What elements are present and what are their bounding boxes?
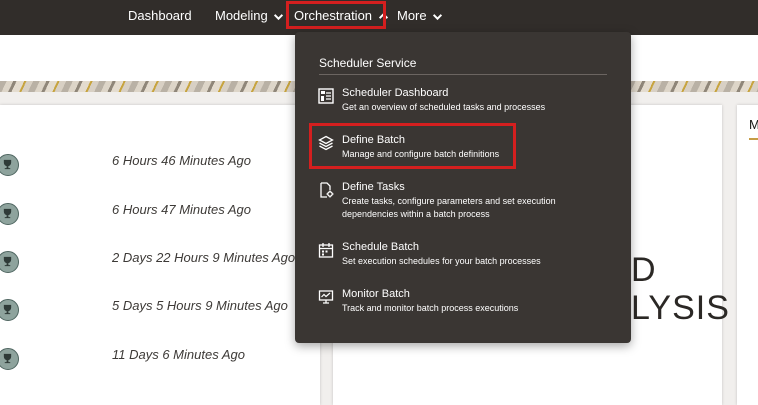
orchestration-dropdown-menu: Scheduler Service Scheduler Dashboard Ge…	[295, 32, 631, 343]
tab-underline	[749, 138, 758, 140]
card-title-line2: LYSIS	[631, 289, 730, 327]
menu-item-description: Track and monitor batch process executio…	[342, 303, 519, 313]
chevron-down-icon	[274, 14, 284, 21]
dashboard-icon	[318, 88, 334, 104]
menu-item-description: Get an overview of scheduled tasks and p…	[342, 102, 546, 112]
trophy-icon	[0, 203, 19, 225]
define-batch-highlight-box	[309, 123, 516, 169]
right-card: M	[737, 105, 758, 405]
orchestration-highlight-box	[286, 1, 386, 29]
activity-time: 11 Days 6 Minutes Ago	[112, 347, 245, 362]
menu-item-monitor-batch[interactable]: Monitor Batch Track and monitor batch pr…	[295, 288, 631, 318]
menu-item-title: Schedule Batch	[342, 241, 420, 253]
nav-more-label: More	[397, 8, 427, 23]
menu-item-title: Monitor Batch	[342, 288, 410, 300]
nav-modeling[interactable]: Modeling	[215, 0, 284, 31]
nav-more[interactable]: More	[397, 0, 443, 31]
nav-dashboard-label: Dashboard	[128, 8, 192, 23]
trophy-icon	[0, 299, 19, 321]
right-card-tab[interactable]: M	[749, 117, 758, 132]
activity-time: 5 Days 5 Hours 9 Minutes Ago	[112, 298, 288, 313]
menu-item-description: Set execution schedules for your batch p…	[342, 256, 541, 266]
menu-item-title: Scheduler Dashboard	[342, 87, 449, 99]
dropdown-heading: Scheduler Service	[319, 56, 417, 70]
nav-dashboard[interactable]: Dashboard	[128, 0, 192, 31]
menu-item-description: Create tasks, configure parameters and s…	[342, 196, 556, 219]
nav-modeling-label: Modeling	[215, 8, 268, 23]
trophy-icon	[0, 154, 19, 176]
activity-time: 6 Hours 47 Minutes Ago	[112, 202, 251, 217]
menu-item-schedule-batch[interactable]: Schedule Batch Set execution schedules f…	[295, 241, 631, 271]
card-title-line1: D	[631, 251, 657, 289]
dropdown-divider	[319, 74, 607, 75]
trophy-icon	[0, 348, 19, 370]
menu-item-define-tasks[interactable]: Define Tasks Create tasks, configure par…	[295, 181, 631, 225]
recent-activity-card: 6 Hours 46 Minutes Ago 6 Hours 47 Minute…	[0, 105, 320, 405]
task-settings-icon	[320, 182, 334, 198]
monitor-icon	[318, 290, 334, 304]
chevron-down-icon	[433, 14, 443, 21]
menu-item-scheduler-dashboard[interactable]: Scheduler Dashboard Get an overview of s…	[295, 87, 631, 117]
trophy-icon	[0, 251, 19, 273]
calendar-icon	[318, 243, 334, 258]
menu-item-title: Define Tasks	[342, 181, 405, 193]
activity-time: 6 Hours 46 Minutes Ago	[112, 153, 251, 168]
activity-time: 2 Days 22 Hours 9 Minutes Ago	[112, 250, 296, 265]
